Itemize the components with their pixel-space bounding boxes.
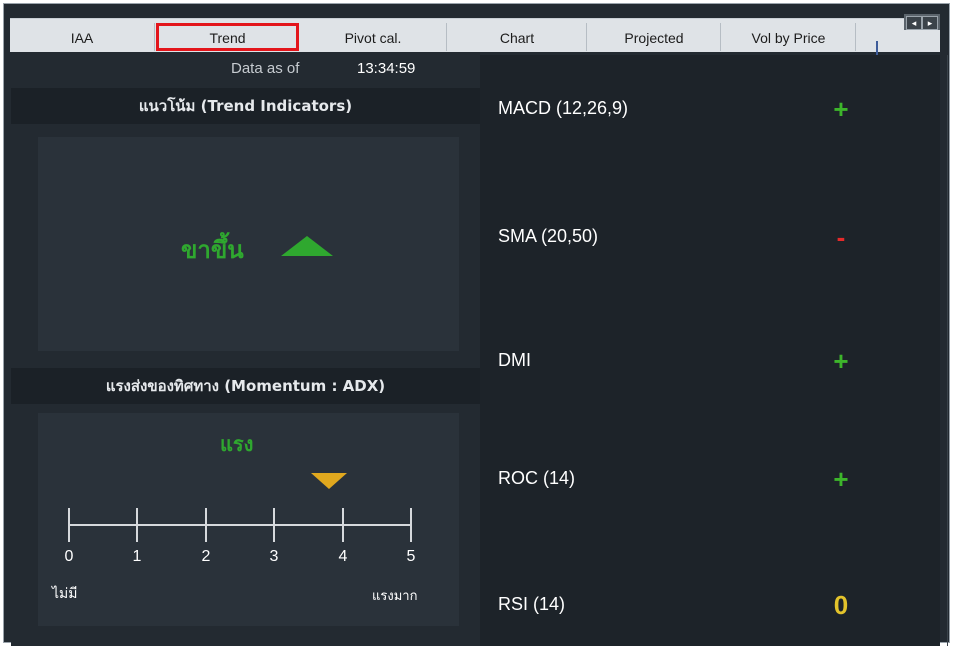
adx-scale-tick-label: 4 (338, 548, 348, 565)
adx-scale-tick (273, 508, 275, 542)
data-as-of-time: 13:34:59 (357, 60, 416, 77)
adx-scale-tick (68, 508, 70, 542)
momentum-header: แรงส่งของทิศทาง (Momentum : ADX) (11, 368, 480, 404)
adx-scale-tick-label: 3 (269, 548, 279, 565)
tab-vol-by-price[interactable]: Vol by Price (722, 23, 856, 51)
adx-marker-icon (311, 473, 347, 489)
scale-high-label: แรงมาก (372, 589, 418, 604)
up-triangle-icon (281, 236, 333, 256)
scroll-right-icon[interactable]: ▸ (922, 16, 938, 30)
tab-bar: IAA Trend Pivot cal. Chart Projected Vol… (10, 18, 940, 55)
trend-value: ขาขึ้น (181, 236, 244, 264)
adx-scale-tick (136, 508, 138, 542)
tab-overflow-indicator (876, 41, 878, 55)
scroll-left-icon[interactable]: ◂ (906, 16, 922, 30)
indicator-name: ROC (14) (498, 468, 576, 488)
indicator-name: SMA (20,50) (498, 226, 599, 246)
momentum-value: แรง (220, 432, 254, 456)
adx-scale-tick-label: 5 (406, 548, 416, 565)
adx-scale-axis (69, 524, 411, 526)
tab-chart[interactable]: Chart (448, 23, 587, 51)
adx-scale-tick-label: 0 (64, 548, 74, 565)
adx-scale-tick (205, 508, 207, 542)
tab-iaa[interactable]: IAA (10, 23, 155, 51)
indicator-signal: + (833, 464, 849, 494)
indicator-signal: + (833, 94, 849, 124)
right-border (947, 55, 948, 646)
data-as-of-label: Data as of (231, 60, 300, 77)
trend-box (38, 137, 459, 351)
tab-trend[interactable]: Trend (156, 23, 299, 51)
tab-scroll-nav: ◂ ▸ (904, 14, 940, 30)
adx-scale-tick-label: 2 (201, 548, 211, 565)
indicator-name: MACD (12,26,9) (498, 98, 629, 118)
adx-scale-tick-label: 1 (132, 548, 142, 565)
adx-scale-tick (342, 508, 344, 542)
trend-indicators-header: แนวโน้ม (Trend Indicators) (11, 88, 480, 124)
tab-projected[interactable]: Projected (588, 23, 721, 51)
indicator-name: DMI (498, 350, 531, 370)
tab-pivot-cal[interactable]: Pivot cal. (300, 23, 447, 51)
indicator-signal: - (836, 222, 846, 252)
scale-low-label: ไม่มี (52, 586, 78, 602)
indicator-name: RSI (14) (498, 594, 566, 614)
indicator-signal: + (833, 346, 849, 376)
adx-scale-tick (410, 508, 412, 542)
indicator-panel (480, 55, 940, 646)
indicator-signal: 0 (833, 590, 849, 620)
